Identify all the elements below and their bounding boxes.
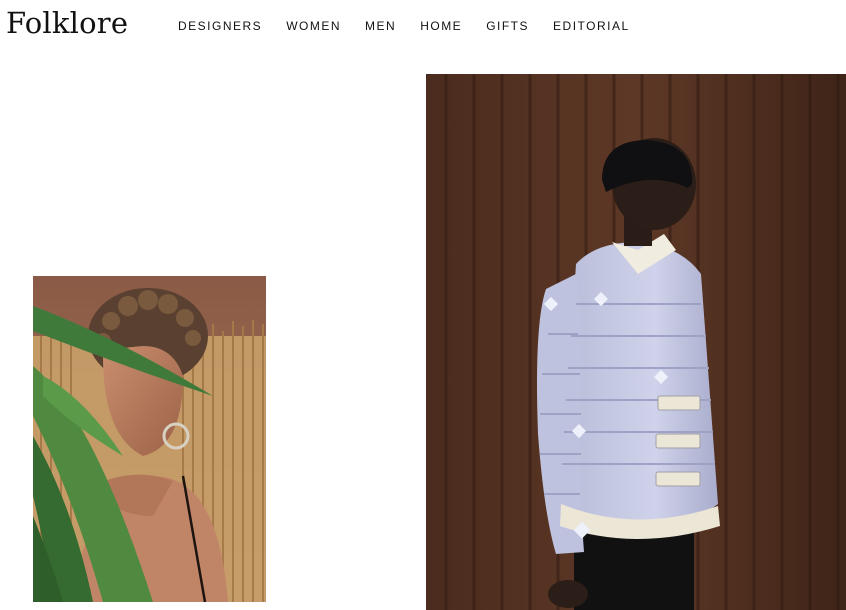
editorial-photo-woman-image (33, 276, 266, 602)
nav-item-men[interactable]: MEN (365, 19, 396, 33)
main-nav: DESIGNERS WOMEN MEN HOME GIFTS EDITORIAL (178, 19, 654, 33)
site-header: Folklore DESIGNERS WOMEN MEN HOME GIFTS … (0, 0, 846, 56)
nav-item-designers[interactable]: DESIGNERS (178, 19, 262, 33)
editorial-photo-man-image (426, 74, 846, 610)
editorial-photo-woman[interactable] (33, 276, 266, 602)
brand-logo[interactable]: Folklore (6, 6, 128, 40)
nav-item-editorial[interactable]: EDITORIAL (553, 19, 630, 33)
editorial-photo-man[interactable] (426, 74, 846, 610)
nav-item-women[interactable]: WOMEN (286, 19, 341, 33)
nav-item-gifts[interactable]: GIFTS (486, 19, 529, 33)
nav-item-home[interactable]: HOME (420, 19, 462, 33)
